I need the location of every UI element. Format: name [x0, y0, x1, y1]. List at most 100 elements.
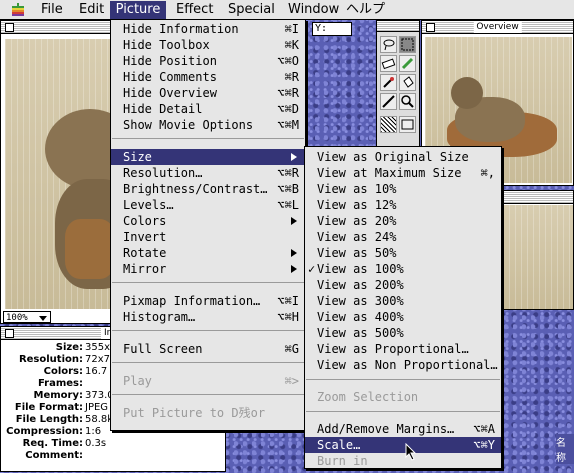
info-key: Colors:	[43, 366, 83, 377]
lasso-tool-icon[interactable]	[380, 36, 397, 53]
info-value: 16.7	[85, 366, 108, 377]
submenu-item-view-as-10[interactable]: View as 10%	[305, 181, 501, 197]
menu-item-shortcut: ⌘I	[284, 22, 299, 36]
menu-item-label: Pixmap Information…	[123, 294, 261, 308]
apple-icon[interactable]	[10, 2, 26, 18]
submenu-item-view-as-200[interactable]: View as 200%	[305, 277, 501, 293]
menu-item-hide-comments[interactable]: Hide Comments ⌘R	[111, 69, 305, 85]
close-box[interactable]	[5, 23, 14, 32]
size-submenu: View as Original Size View at Maximum Siz…	[304, 146, 502, 469]
menu-item-label: Hide Overview	[123, 86, 217, 100]
menu-item-invert[interactable]: Invert	[111, 229, 305, 245]
zoom-value: 100%	[6, 313, 28, 323]
submenu-item-label: View as Non Proportional…	[317, 358, 498, 372]
info-value: 1:6	[85, 426, 102, 437]
menu-item-hide-information[interactable]: Hide Information ⌘I	[111, 21, 305, 37]
submenu-item-label: View as 20%	[317, 214, 397, 228]
info-value: 0.3s	[85, 438, 107, 449]
rectangle-tool-icon[interactable]	[399, 116, 416, 133]
menu-special[interactable]: Special	[228, 2, 275, 18]
submenu-item-burn-in[interactable]: Burn in	[305, 453, 501, 468]
submenu-item-label: Zoom Selection	[317, 390, 419, 404]
menu-item-label: Hide Detail	[123, 102, 203, 116]
menu-item-levels[interactable]: Levels… ⌥⌘L	[111, 197, 305, 213]
submenu-arrow-icon	[291, 265, 297, 273]
info-key: Compression:	[6, 426, 83, 437]
menu-window[interactable]: Window	[288, 2, 339, 18]
pattern-fill-icon[interactable]	[380, 116, 397, 133]
menu-item-rotate[interactable]: Rotate	[111, 245, 305, 261]
menu-item-shortcut: ⌘R	[284, 70, 299, 84]
submenu-item-view-as-300[interactable]: View as 300%	[305, 293, 501, 309]
submenu-arrow-icon	[291, 249, 297, 257]
menu-item-hide-detail[interactable]: Hide Detail ⌥⌘D	[111, 101, 305, 117]
menu-item-shortcut: ⌥⌘I	[277, 294, 299, 308]
submenu-item-view-as-50[interactable]: View as 50%	[305, 245, 501, 261]
menu-file[interactable]: File	[41, 2, 63, 18]
submenu-item-view-as-100[interactable]: ✓ View as 100%	[305, 261, 501, 277]
submenu-item-view-as-24[interactable]: View as 24%	[305, 229, 501, 245]
eyedropper-tool-icon[interactable]	[380, 74, 397, 91]
detail-titlebar[interactable]	[501, 191, 573, 204]
close-box[interactable]	[426, 23, 435, 32]
info-key: File Format:	[14, 402, 83, 413]
submenu-item-label: Add/Remove Margins…	[317, 422, 455, 436]
menu-item-label: Levels…	[123, 198, 174, 212]
submenu-item-add-remove-margins[interactable]: Add/Remove Margins… ⌥⌘A	[305, 421, 501, 437]
position-y-field[interactable]: Y:	[312, 22, 352, 36]
submenu-item-shortcut: ⌘,	[480, 166, 495, 180]
menu-item-label: Resolution…	[123, 166, 203, 180]
submenu-item-view-as-20[interactable]: View as 20%	[305, 213, 501, 229]
submenu-item-view-at-maximum-size[interactable]: View at Maximum Size ⌘,	[305, 165, 501, 181]
menu-item-histogram[interactable]: Histogram… ⌥⌘H	[111, 309, 305, 325]
submenu-item-view-as-500[interactable]: View as 500%	[305, 325, 501, 341]
menu-item-play[interactable]: Play ⌘>	[111, 373, 305, 389]
menu-item-label: Rotate	[123, 246, 167, 260]
menu-item-label: Brightness/Contrast…	[123, 182, 268, 196]
menu-help[interactable]: ヘルプ	[346, 2, 385, 18]
menu-item-hide-overview[interactable]: Hide Overview ⌥⌘R	[111, 85, 305, 101]
bucket-tool-icon[interactable]	[399, 74, 416, 91]
menu-item-resolution[interactable]: Resolution… ⌥⌘R	[111, 165, 305, 181]
submenu-item-view-as-proportional[interactable]: View as Proportional…	[305, 341, 501, 357]
submenu-item-view-as-400[interactable]: View as 400%	[305, 309, 501, 325]
menu-item-shortcut: ⌥⌘D	[277, 102, 299, 116]
detail-window	[500, 190, 574, 310]
menu-item-hide-position[interactable]: Hide Position ⌥⌘O	[111, 53, 305, 69]
close-box[interactable]	[5, 329, 14, 338]
submenu-item-view-as-non-proportional[interactable]: View as Non Proportional…	[305, 357, 501, 373]
submenu-arrow-icon	[291, 153, 297, 161]
menu-item-shortcut: ⌘K	[284, 38, 299, 52]
magnifier-tool-icon[interactable]	[399, 93, 416, 110]
eraser-tool-icon[interactable]	[380, 55, 397, 72]
submenu-item-scale[interactable]: Scale… ⌥⌘Y	[305, 437, 501, 453]
line-tool-icon[interactable]	[380, 93, 397, 110]
menu-item-colors[interactable]: Colors	[111, 213, 305, 229]
submenu-item-view-as-original-size[interactable]: View as Original Size	[305, 149, 501, 165]
picture-window-titlebar[interactable]	[1, 21, 111, 34]
menu-effect[interactable]: Effect	[176, 2, 213, 18]
menu-item-hide-toolbox[interactable]: Hide Toolbox ⌘K	[111, 37, 305, 53]
menu-item-show-movie-options[interactable]: Show Movie Options ⌥⌘M	[111, 117, 305, 133]
overview-titlebar[interactable]: Overview	[422, 21, 573, 34]
zoom-popup[interactable]: 100%	[3, 311, 51, 323]
menu-item-label: Hide Comments	[123, 70, 217, 84]
menu-item-full-screen[interactable]: Full Screen ⌘G	[111, 341, 305, 357]
submenu-item-zoom-selection[interactable]: Zoom Selection	[305, 389, 501, 405]
submenu-item-label: View as 24%	[317, 230, 397, 244]
submenu-arrow-icon	[291, 217, 297, 225]
menu-item-brightness-contrast[interactable]: Brightness/Contrast… ⌥⌘B	[111, 181, 305, 197]
menu-item-shortcut: ⌥⌘R	[277, 86, 299, 100]
menu-item-size[interactable]: Size	[111, 149, 305, 165]
toolbox-titlebar[interactable]	[377, 21, 419, 32]
marquee-tool-icon[interactable]	[399, 36, 416, 53]
menu-item-label: Size	[123, 150, 152, 164]
submenu-item-view-as-12[interactable]: View as 12%	[305, 197, 501, 213]
menu-item-mirror[interactable]: Mirror	[111, 261, 305, 277]
pencil-tool-icon[interactable]	[399, 55, 416, 72]
menu-edit[interactable]: Edit	[79, 2, 104, 18]
desktop-icon-label[interactable]: 名称	[556, 434, 574, 464]
menu-item-put-picture-to-d-or[interactable]: Put Picture to D残or	[111, 405, 305, 421]
menu-item-pixmap-information[interactable]: Pixmap Information… ⌥⌘I	[111, 293, 305, 309]
menu-picture[interactable]: Picture	[110, 1, 166, 19]
